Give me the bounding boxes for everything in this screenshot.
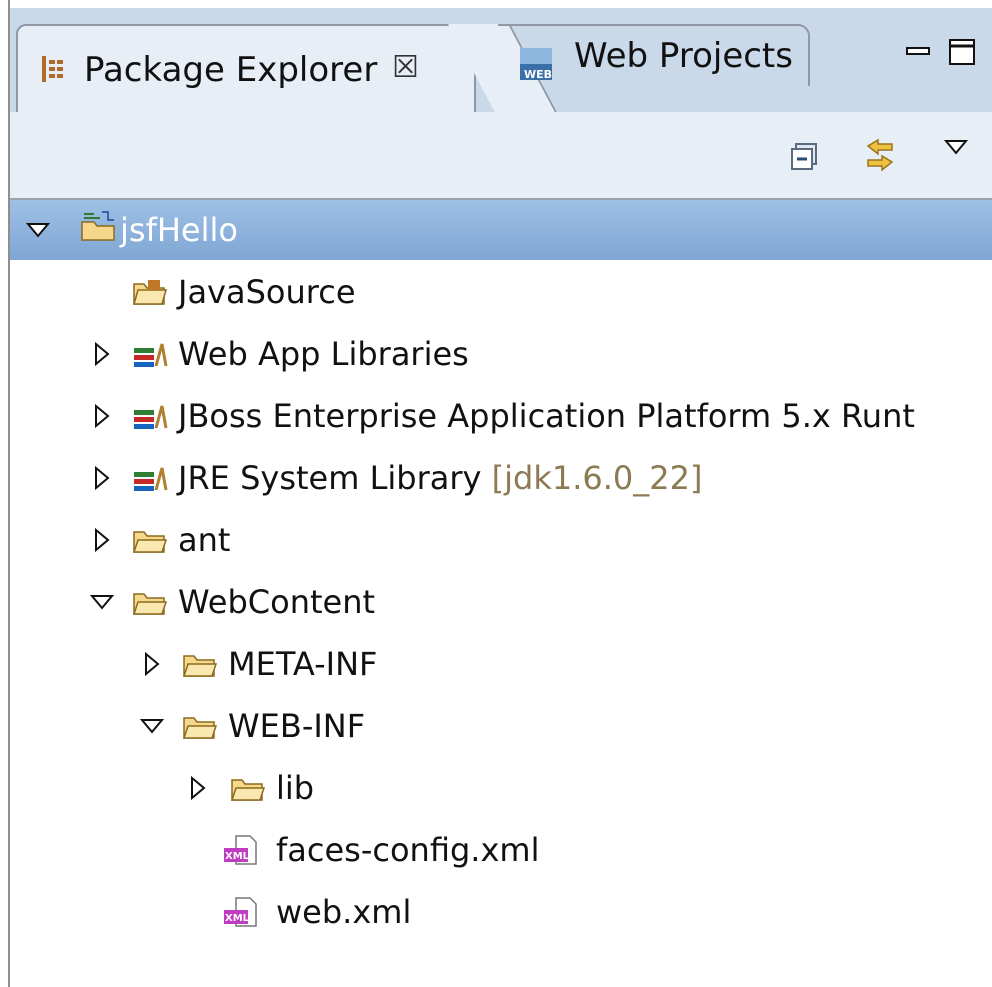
tree-item-ant[interactable]: ant [10,510,992,570]
folder-icon [230,779,266,801]
xml-file-icon: XML [224,835,257,865]
tree-item-label: jsfHello [120,211,238,249]
expand-toggle-icon[interactable] [88,572,118,632]
tree-item-faces-config[interactable]: XML faces-config.xml [10,820,992,880]
tree-item-meta-inf[interactable]: META-INF [10,634,992,694]
tree-item-name: JRE System Library [178,459,482,497]
library-icon [134,343,168,367]
expand-toggle-icon[interactable] [138,634,168,694]
tree-item-lib[interactable]: lib [10,758,992,818]
tree-item-label: Web App Libraries [178,335,469,373]
tree-item-jsfhello[interactable]: jsfHello [10,200,992,260]
svg-text:XML: XML [225,913,250,924]
library-icon [134,467,168,491]
tab-bar: Package Explorer ☒ WEB Web Projects [10,8,992,112]
tree-item-label: ant [178,521,231,559]
tree-item-label: lib [276,769,315,807]
tree-item-jre-system-library[interactable]: JRE System Library [jdk1.6.0_22] [10,448,992,508]
library-icon [134,405,168,429]
jdk-version-decoration: [jdk1.6.0_22] [491,459,703,497]
tree-item-web-xml[interactable]: XML web.xml [10,882,992,942]
expand-toggle-icon[interactable] [184,758,214,818]
tree-item-label: web.xml [276,893,412,931]
package-explorer-view: Package Explorer ☒ WEB Web Projects jsfH… [10,8,992,987]
tab-web-projects[interactable]: WEB Web Projects [498,24,810,86]
folder-icon [182,655,218,677]
collapse-all-icon[interactable] [790,142,820,172]
svg-text:WEB: WEB [524,68,552,81]
svg-text:XML: XML [225,851,250,862]
expand-toggle-icon[interactable] [24,200,54,260]
tab-label: Web Projects [574,36,793,76]
expand-toggle-icon[interactable] [88,324,118,384]
package-explorer-icon [42,56,63,82]
tree-item-label: faces-config.xml [276,831,540,869]
view-toolbar [10,112,992,200]
folder-icon [182,717,218,739]
tree-item-label: JBoss Enterprise Application Platform 5.… [178,397,915,435]
tree-item-label: META-INF [228,645,378,683]
tree-item-web-inf[interactable]: WEB-INF [10,696,992,756]
xml-file-icon: XML [224,897,257,927]
tab-package-explorer[interactable]: Package Explorer ☒ [16,24,476,112]
tree-item-javasource[interactable]: JavaSource [10,262,992,322]
expand-toggle-icon[interactable] [88,448,118,508]
link-with-editor-icon[interactable] [860,136,900,176]
tree-item-label: JavaSource [178,273,356,311]
expand-toggle-icon[interactable] [138,696,168,756]
close-icon[interactable]: ☒ [392,50,419,85]
folder-icon [132,593,168,615]
tab-label: Package Explorer [84,50,378,90]
web-projects-icon: WEB [520,48,552,81]
tree-item-label: WebContent [178,583,376,621]
expand-toggle-icon[interactable] [88,386,118,446]
tree-item-label: JRE System Library [jdk1.6.0_22] [178,448,702,508]
source-folder-icon [133,280,167,305]
folder-icon [132,531,168,553]
minimize-icon[interactable] [906,44,932,58]
tree-item-jboss-runtime[interactable]: JBoss Enterprise Application Platform 5.… [10,386,992,446]
tree-item-webcontent[interactable]: WebContent [10,572,992,632]
expand-toggle-icon[interactable] [88,510,118,570]
tree-item-web-app-libraries[interactable]: Web App Libraries [10,324,992,384]
project-icon [81,211,115,241]
view-menu-icon[interactable] [944,138,968,156]
maximize-icon[interactable] [948,38,978,68]
tree-item-label: WEB-INF [228,707,366,745]
